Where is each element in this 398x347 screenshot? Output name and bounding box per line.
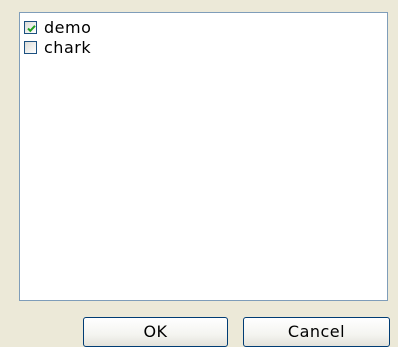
- ok-button[interactable]: OK: [83, 317, 228, 347]
- list-item-demo[interactable]: demo: [24, 17, 91, 37]
- checkmark-icon: [27, 24, 36, 32]
- dialog: demo chark OK Cancel: [0, 0, 398, 347]
- cancel-button[interactable]: Cancel: [243, 317, 390, 347]
- checkbox-demo[interactable]: [24, 20, 37, 34]
- list-item-chark[interactable]: chark: [24, 37, 91, 57]
- checkbox-chark[interactable]: [24, 40, 37, 54]
- list-item-label: demo: [44, 17, 92, 37]
- list-item-label: chark: [44, 37, 92, 57]
- checkbox-list[interactable]: demo chark: [19, 12, 388, 301]
